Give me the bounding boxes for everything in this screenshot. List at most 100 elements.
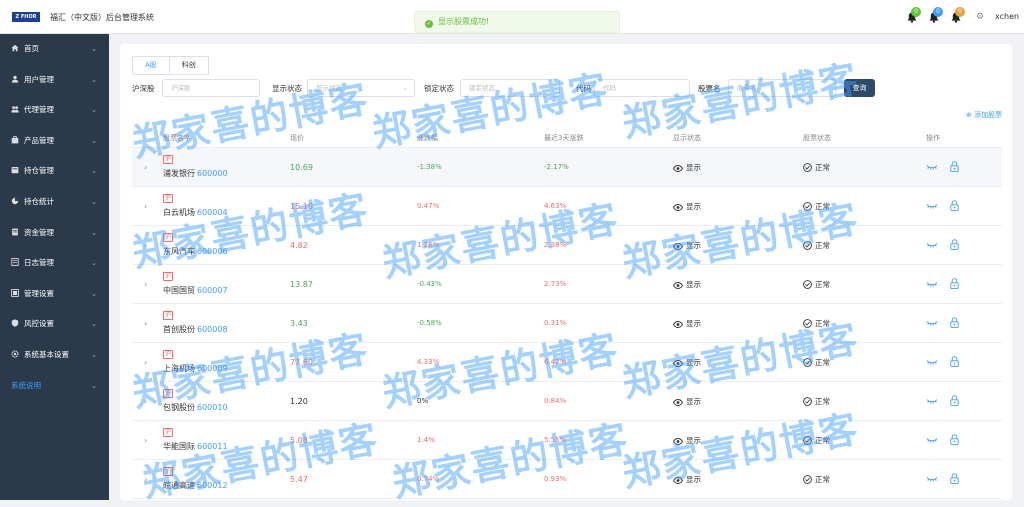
stock-code[interactable]: 600004 bbox=[197, 208, 228, 217]
sidebar-item-7[interactable]: 日志管理 ⌄ bbox=[0, 248, 109, 279]
eye-icon bbox=[673, 319, 686, 328]
lock-icon[interactable] bbox=[950, 394, 959, 408]
notification-badge: 0 bbox=[933, 7, 943, 17]
log-icon bbox=[11, 249, 19, 267]
expand-chevron-icon[interactable]: › bbox=[144, 280, 147, 289]
username-label[interactable]: xchen bbox=[995, 12, 1019, 21]
sidebar-item-11[interactable]: 系统说明 ⌄ bbox=[0, 371, 109, 402]
hide-eye-icon[interactable] bbox=[926, 163, 938, 172]
sidebar-item-5[interactable]: 持仓统计 ⌄ bbox=[0, 187, 109, 218]
lock-icon[interactable] bbox=[950, 199, 959, 213]
table-row[interactable]: › 沪包钢股份 600010 1.20 0% 0.84% 显示 正常 bbox=[132, 382, 1002, 421]
sidebar-item-10[interactable]: 系统基本设置 ⌄ bbox=[0, 340, 109, 371]
col-change-3d: 最近3天涨跌 bbox=[544, 133, 584, 142]
lock-icon[interactable] bbox=[950, 277, 959, 291]
actions-cell bbox=[926, 277, 959, 291]
display-status-select[interactable]: 显示状态 ⌄ bbox=[307, 79, 415, 97]
sidebar-item-1[interactable]: 用户管理 ⌄ bbox=[0, 65, 109, 96]
expand-chevron-icon[interactable]: › bbox=[144, 358, 147, 367]
stock-code[interactable]: 600011 bbox=[197, 442, 228, 451]
notification-bell-3[interactable]: 0 bbox=[951, 7, 965, 23]
market-input[interactable]: 沪深股 bbox=[162, 79, 260, 97]
lock-icon[interactable] bbox=[950, 160, 959, 174]
stock-code[interactable]: 600009 bbox=[197, 364, 228, 373]
expand-chevron-icon[interactable]: › bbox=[144, 397, 147, 406]
expand-chevron-icon[interactable]: › bbox=[144, 319, 147, 328]
stock-name: 浦发银行 bbox=[163, 169, 195, 178]
sidebar-item-0[interactable]: 首页 ⌄ bbox=[0, 34, 109, 65]
display-status-placeholder: 显示状态 bbox=[316, 84, 342, 92]
notification-bell-2[interactable]: 0 bbox=[929, 7, 943, 23]
display-status-label: 显示状态 bbox=[272, 84, 302, 93]
stock-status-cell: 正常 bbox=[803, 279, 830, 290]
query-button[interactable]: 查询 bbox=[844, 79, 875, 97]
expand-chevron-icon[interactable]: › bbox=[144, 241, 147, 250]
code-input[interactable]: 代码 bbox=[594, 79, 690, 97]
tab-a-share[interactable]: A股 bbox=[132, 56, 170, 75]
actions-cell bbox=[926, 160, 959, 174]
table-row[interactable]: › 沪浦发银行 600000 10.69 -1.38% -2.17% 显示 正常 bbox=[132, 148, 1002, 187]
stock-status-text: 正常 bbox=[815, 240, 830, 250]
sidebar-item-label: 代理管理 bbox=[24, 105, 54, 115]
lock-icon[interactable] bbox=[950, 433, 959, 447]
table-row[interactable]: › 沪华能国际 600011 5.08 1.4% 5.55% 显示 正常 bbox=[132, 421, 1002, 460]
expand-chevron-icon[interactable]: › bbox=[144, 163, 147, 172]
table-row[interactable]: › 沪上海机场 600009 77.60 4.33% 6.42% 显示 正常 bbox=[132, 343, 1002, 382]
hide-eye-icon[interactable] bbox=[926, 202, 938, 211]
change-cell: 0.74% bbox=[417, 475, 440, 483]
hide-eye-icon[interactable] bbox=[926, 241, 938, 250]
sidebar-item-label: 管理设置 bbox=[24, 288, 54, 298]
expand-chevron-icon[interactable]: › bbox=[144, 436, 147, 445]
sidebar-item-2[interactable]: 代理管理 ⌄ bbox=[0, 95, 109, 126]
exchange-tag: 沪 bbox=[163, 155, 173, 164]
stock-status-text: 正常 bbox=[815, 318, 830, 328]
notification-bell-1[interactable]: 0 bbox=[907, 7, 921, 23]
table-row[interactable]: › 沪中国国贸 600007 13.87 -0.43% 2.73% 显示 正常 bbox=[132, 265, 1002, 304]
lock-status-input[interactable]: 锁定状态 bbox=[460, 79, 560, 97]
exchange-tag: 沪 bbox=[163, 428, 173, 437]
hide-eye-icon[interactable] bbox=[926, 280, 938, 289]
hide-eye-icon[interactable] bbox=[926, 397, 938, 406]
table-row[interactable]: › 沪首创股份 600008 3.43 -0.58% 0.31% 显示 正常 bbox=[132, 304, 1002, 343]
expand-chevron-icon[interactable]: › bbox=[144, 475, 147, 484]
lock-icon[interactable] bbox=[950, 316, 959, 330]
stock-code[interactable]: 600007 bbox=[197, 286, 228, 295]
stock-name-input[interactable]: 股票名 bbox=[728, 79, 836, 97]
hide-eye-icon[interactable] bbox=[926, 436, 938, 445]
stock-status-text: 正常 bbox=[815, 435, 830, 445]
add-stock-link[interactable]: ⊕ 添加股票 bbox=[966, 110, 1002, 120]
lock-icon[interactable] bbox=[950, 355, 959, 369]
price-cell: 4.82 bbox=[290, 240, 308, 250]
change-3d-cell: 6.42% bbox=[544, 358, 567, 366]
price-cell: 3.43 bbox=[290, 318, 308, 328]
stock-code[interactable]: 600006 bbox=[197, 247, 228, 256]
lock-icon[interactable] bbox=[950, 472, 959, 486]
stock-name-cell: 沪上海机场 600009 bbox=[163, 349, 228, 374]
lock-icon[interactable] bbox=[950, 238, 959, 252]
table-row[interactable]: › 沪东风汽车 600006 4.82 1.26% 2.38% 显示 正常 bbox=[132, 226, 1002, 265]
filter-bar: 沪深股 沪深股 显示状态 显示状态 ⌄ 锁定状态 锁定状态 代码 代码 股票名 股… bbox=[132, 79, 1002, 99]
stock-code[interactable]: 600012 bbox=[197, 481, 228, 490]
hide-eye-icon[interactable] bbox=[926, 475, 938, 484]
sidebar-item-8[interactable]: 管理设置 ⌄ bbox=[0, 279, 109, 310]
hide-eye-icon[interactable] bbox=[926, 319, 938, 328]
sidebar-item-3[interactable]: 产品管理 ⌄ bbox=[0, 126, 109, 157]
table-row[interactable]: › 沪白云机场 600004 15.10 0.47% 4.63% 显示 正常 bbox=[132, 187, 1002, 226]
chevron-down-icon: ⌄ bbox=[91, 259, 97, 268]
table-row[interactable]: › 沪皖通高速 600012 5.47 0.74% 0.93% 显示 正常 bbox=[132, 460, 1002, 499]
product-icon bbox=[11, 127, 19, 144]
stock-code[interactable]: 600010 bbox=[197, 403, 228, 412]
sidebar-item-label: 产品管理 bbox=[24, 135, 54, 145]
expand-chevron-icon[interactable]: › bbox=[144, 202, 147, 211]
stock-code[interactable]: 600000 bbox=[197, 169, 228, 178]
sidebar-item-6[interactable]: 资金管理 ⌄ bbox=[0, 218, 109, 249]
sidebar-item-9[interactable]: 风控设置 ⌄ bbox=[0, 309, 109, 340]
stock-table: 股票名字 现价 涨跌幅 最近3天涨跌 显示状态 股票状态 操作 › 沪浦发银行 60… bbox=[132, 128, 1002, 499]
settings-gear-icon[interactable]: ⚙ bbox=[976, 12, 986, 22]
hide-eye-icon[interactable] bbox=[926, 358, 938, 367]
eye-icon bbox=[673, 280, 686, 289]
stock-code[interactable]: 600008 bbox=[197, 325, 228, 334]
tab-star-market[interactable]: 科创 bbox=[169, 56, 209, 75]
sidebar-item-4[interactable]: 持仓管理 ⌄ bbox=[0, 156, 109, 187]
stock-status-text: 正常 bbox=[815, 279, 830, 289]
